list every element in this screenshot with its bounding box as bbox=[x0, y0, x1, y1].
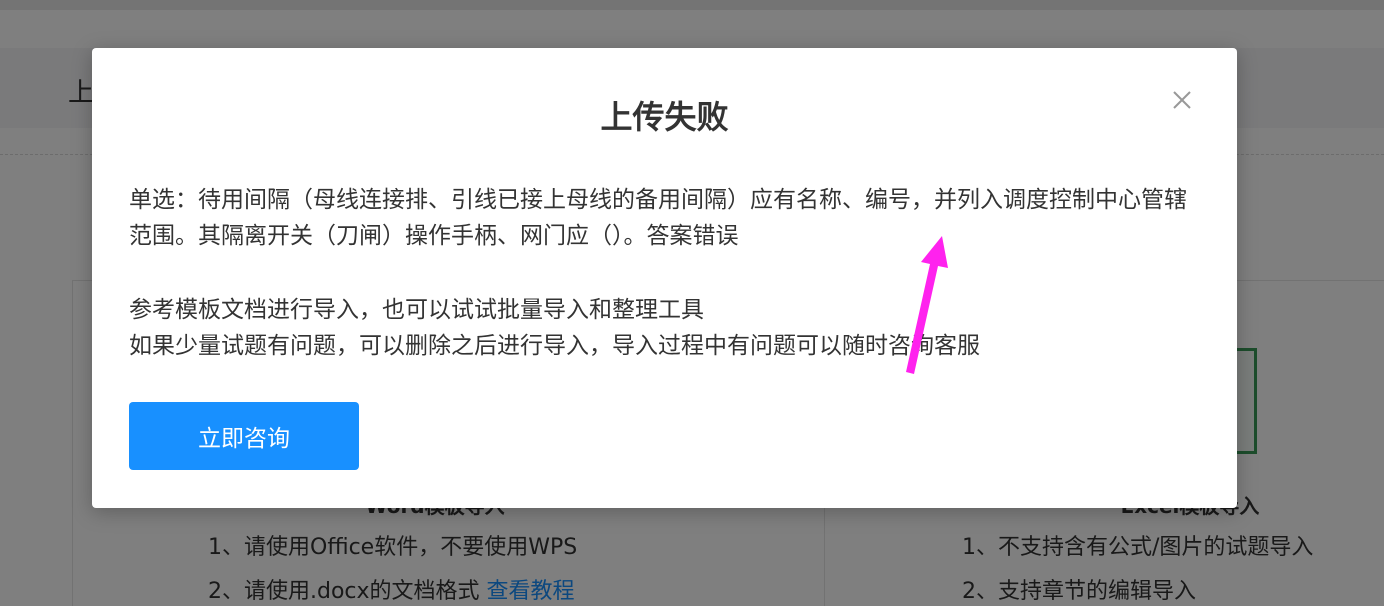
close-icon[interactable] bbox=[1170, 88, 1194, 112]
upload-failed-dialog: 上传失败 单选：待用间隔（母线连接排、引线已接上母线的备用间隔）应有名称、编号，… bbox=[92, 48, 1237, 508]
error-message: 单选：待用间隔（母线连接排、引线已接上母线的备用间隔）应有名称、编号，并列入调度… bbox=[129, 187, 1187, 249]
consult-now-button[interactable]: 立即咨询 bbox=[129, 402, 359, 470]
dialog-title: 上传失败 bbox=[600, 98, 729, 136]
tip-line: 参考模板文档进行导入，也可以试试批量导入和整理工具 bbox=[129, 297, 704, 323]
tip-line: 如果少量试题有问题，可以删除之后进行导入，导入过程中有问题可以随时咨询客服 bbox=[129, 333, 980, 359]
help-tips: 参考模板文档进行导入，也可以试试批量导入和整理工具 如果少量试题有问题，可以删除… bbox=[129, 292, 1209, 364]
